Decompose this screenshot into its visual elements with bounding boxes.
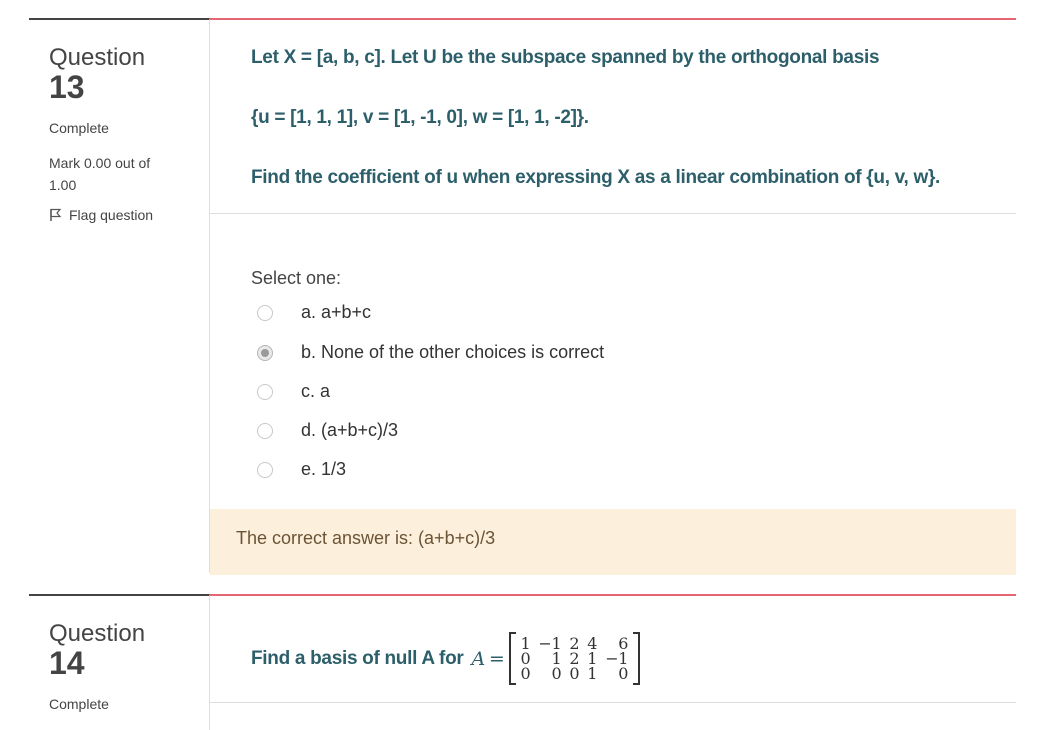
answer-option-c[interactable]: c. a: [257, 381, 330, 402]
question-content: Find a basis of null A for A = 1 −1 2 4 …: [210, 594, 1016, 730]
question-info-panel: Question 14 Complete: [29, 594, 210, 730]
matrix: 1 −1 2 4 6 0 1 2 1 −1 0 0 0 1 0: [508, 632, 641, 685]
question-text-label: Find a basis of null A for: [251, 647, 464, 669]
question-13: Question 13 Complete Mark 0.00 out of 1.…: [29, 18, 1016, 575]
question-14: Question 14 Complete Find a basis of nul…: [29, 594, 1016, 730]
radio-button-selected[interactable]: [257, 344, 273, 361]
question-number: 14: [49, 645, 85, 681]
question-label: Question: [49, 44, 146, 71]
divider: [210, 702, 1016, 703]
matrix-cell: 0: [551, 664, 562, 683]
matrix-row: 0 0 0 1 0: [517, 664, 633, 683]
flag-question-link[interactable]: Flag question: [49, 207, 153, 223]
flag-icon: [49, 208, 63, 222]
answer-option-d[interactable]: d. (a+b+c)/3: [257, 420, 398, 441]
question-text: Find a basis of null A for A = 1 −1 2 4 …: [251, 632, 641, 685]
answer-option-label: c. a: [301, 381, 331, 401]
question-content: Let X = [a, b, c]. Let U be the subspace…: [210, 18, 1016, 575]
question-state: Complete: [49, 120, 109, 136]
matrix-variable: A: [471, 647, 485, 670]
answer-option-label: b. None of the other choices is correct: [301, 342, 605, 362]
flag-question-label: Flag question: [69, 207, 154, 223]
answer-option-b[interactable]: b. None of the other choices is correct: [257, 342, 604, 363]
answer-option-label: d. (a+b+c)/3: [301, 420, 399, 440]
matrix-cell: 0: [569, 664, 580, 683]
equals-sign: =: [488, 647, 505, 670]
answer-option-label: e. 1/3: [301, 459, 347, 479]
answer-option-e[interactable]: e. 1/3: [257, 459, 346, 480]
question-number: 13: [49, 69, 85, 105]
question-state: Complete: [49, 696, 109, 712]
feedback-box: The correct answer is: (a+b+c)/3: [210, 509, 1016, 575]
question-grade: Mark 0.00 out of 1.00: [49, 155, 151, 193]
divider: [210, 213, 1016, 214]
radio-button[interactable]: [257, 461, 273, 478]
answer-option-a[interactable]: a. a+b+c: [257, 302, 371, 323]
matrix-table: 1 −1 2 4 6 0 1 2 1 −1 0 0 0 1 0: [517, 636, 633, 683]
question-text-line-3: Find the coefficient of u when expressin…: [251, 167, 941, 188]
matrix-cell: 0: [618, 664, 629, 683]
question-text-line-2: {u = [1, 1, 1], v = [1, -1, 0], w = [1, …: [251, 107, 589, 128]
radio-button[interactable]: [257, 304, 273, 321]
question-info-panel: Question 13 Complete Mark 0.00 out of 1.…: [29, 18, 210, 573]
question-text-line-1: Let X = [a, b, c]. Let U be the subspace…: [251, 47, 880, 68]
radio-button[interactable]: [257, 383, 273, 400]
question-label: Question: [49, 620, 146, 647]
answer-option-label: a. a+b+c: [301, 302, 372, 322]
select-one-prompt: Select one:: [251, 268, 342, 288]
matrix-cell: 1: [587, 664, 598, 683]
matrix-cell: 0: [520, 664, 531, 683]
correct-answer-text: The correct answer is: (a+b+c)/3: [236, 528, 496, 548]
radio-button[interactable]: [257, 422, 273, 439]
